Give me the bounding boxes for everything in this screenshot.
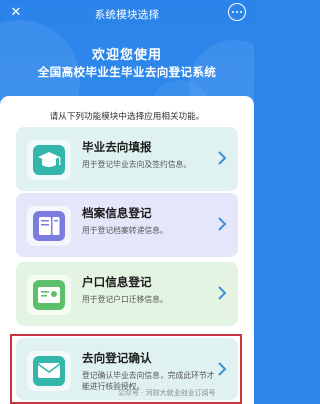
page-title: 系统模块选择 bbox=[94, 9, 160, 21]
module-card-household-info[interactable]: 户口信息登记 用于登记户口迁移信息。 bbox=[16, 262, 238, 326]
module-select-page: ✕ 系统模块选择 欢迎您使用 全国高校毕业生毕业去向登记系统 请从下列功能模块中… bbox=[0, 0, 254, 404]
chevron-right-icon bbox=[216, 216, 228, 232]
module-desc: 用于登记户口迁移信息。 bbox=[82, 295, 168, 304]
module-card-graduation-destination[interactable]: 毕业去向填报 用于登记毕业去向及签约信息。 bbox=[16, 127, 238, 191]
nav-bar: ✕ 系统模块选择 bbox=[0, 0, 254, 28]
module-title: 户口信息登记 bbox=[82, 275, 152, 289]
module-desc: 用于登记档案转递信息。 bbox=[82, 226, 168, 235]
module-title: 毕业去向填报 bbox=[82, 140, 152, 154]
watermark-text: 公众号 · 河财大就业创业订阅号 bbox=[118, 389, 216, 397]
system-name-heading: 全国高校毕业生毕业去向登记系统 bbox=[37, 65, 217, 79]
welcome-heading: 欢迎您使用 bbox=[91, 48, 162, 63]
graduation-cap-icon bbox=[27, 140, 71, 180]
id-card-icon bbox=[27, 275, 71, 315]
module-desc: 用于登记毕业去向及签约信息。 bbox=[82, 160, 192, 169]
module-title: 档案信息登记 bbox=[82, 206, 152, 220]
chevron-right-icon bbox=[216, 150, 228, 166]
instruction-text: 请从下列功能模块中选择应用相关功能。 bbox=[49, 112, 205, 122]
chevron-right-icon bbox=[216, 285, 228, 301]
archive-icon bbox=[27, 206, 71, 246]
more-icon[interactable] bbox=[228, 3, 246, 21]
module-card-archive-info[interactable]: 档案信息登记 用于登记档案转递信息。 bbox=[16, 193, 238, 257]
